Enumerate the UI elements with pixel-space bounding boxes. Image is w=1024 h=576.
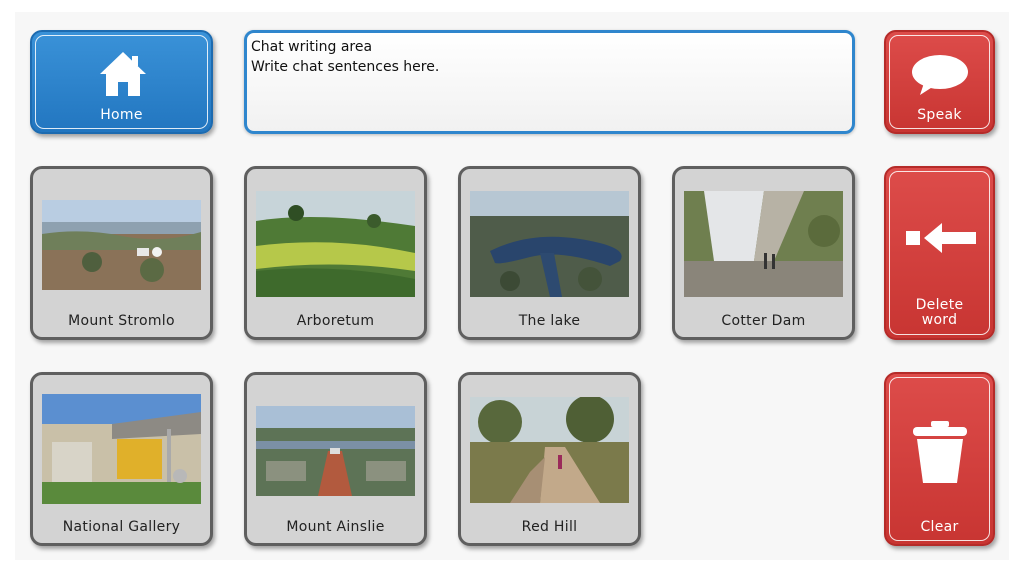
delete-word-button[interactable]: Delete word xyxy=(884,166,995,340)
chat-title-text: Chat writing area xyxy=(251,39,373,55)
home-icon xyxy=(100,52,146,96)
delete-arrow-icon xyxy=(906,223,976,253)
place-label-red-hill: Red Hill xyxy=(521,519,578,535)
arboretum-photo xyxy=(256,191,415,297)
delete-label-line1: Delete xyxy=(915,297,964,313)
speak-label: Speak xyxy=(917,107,962,123)
place-tile-national-gallery[interactable]: National Gallery xyxy=(30,372,213,546)
place-tile-cotter-dam[interactable]: Cotter Dam xyxy=(672,166,855,340)
place-tile-arboretum[interactable]: Arboretum xyxy=(244,166,427,340)
place-tile-the-lake[interactable]: The lake xyxy=(458,166,641,340)
cotter-dam-photo xyxy=(684,191,843,297)
place-label-mount-stromlo: Mount Stromlo xyxy=(68,313,175,329)
home-button[interactable]: Home xyxy=(30,30,213,134)
place-tile-mount-ainslie[interactable]: Mount Ainslie xyxy=(244,372,427,546)
place-tile-mount-stromlo[interactable]: Mount Stromlo xyxy=(30,166,213,340)
place-tile-red-hill[interactable]: Red Hill xyxy=(458,372,641,546)
the-lake-photo xyxy=(470,191,629,297)
trash-can-icon xyxy=(913,421,967,483)
red-hill-photo xyxy=(470,397,629,503)
speech-bubble-icon xyxy=(912,55,968,95)
speak-button[interactable]: Speak xyxy=(884,30,995,134)
home-label: Home xyxy=(100,107,143,123)
place-label-the-lake: The lake xyxy=(518,313,581,329)
place-label-mount-ainslie: Mount Ainslie xyxy=(286,519,385,535)
clear-label: Clear xyxy=(920,519,959,535)
place-label-cotter-dam: Cotter Dam xyxy=(721,313,806,329)
chat-writing-area[interactable]: Chat writing area Write chat sentences h… xyxy=(244,30,855,134)
national-gallery-photo xyxy=(42,394,201,504)
place-label-national-gallery: National Gallery xyxy=(62,519,181,535)
place-label-arboretum: Arboretum xyxy=(296,313,375,329)
clear-button[interactable]: Clear xyxy=(884,372,995,546)
chat-hint-text: Write chat sentences here. xyxy=(251,59,440,75)
mount-ainslie-photo xyxy=(256,406,415,496)
delete-label-line2: word xyxy=(921,312,958,328)
mount-stromlo-photo xyxy=(42,200,201,290)
